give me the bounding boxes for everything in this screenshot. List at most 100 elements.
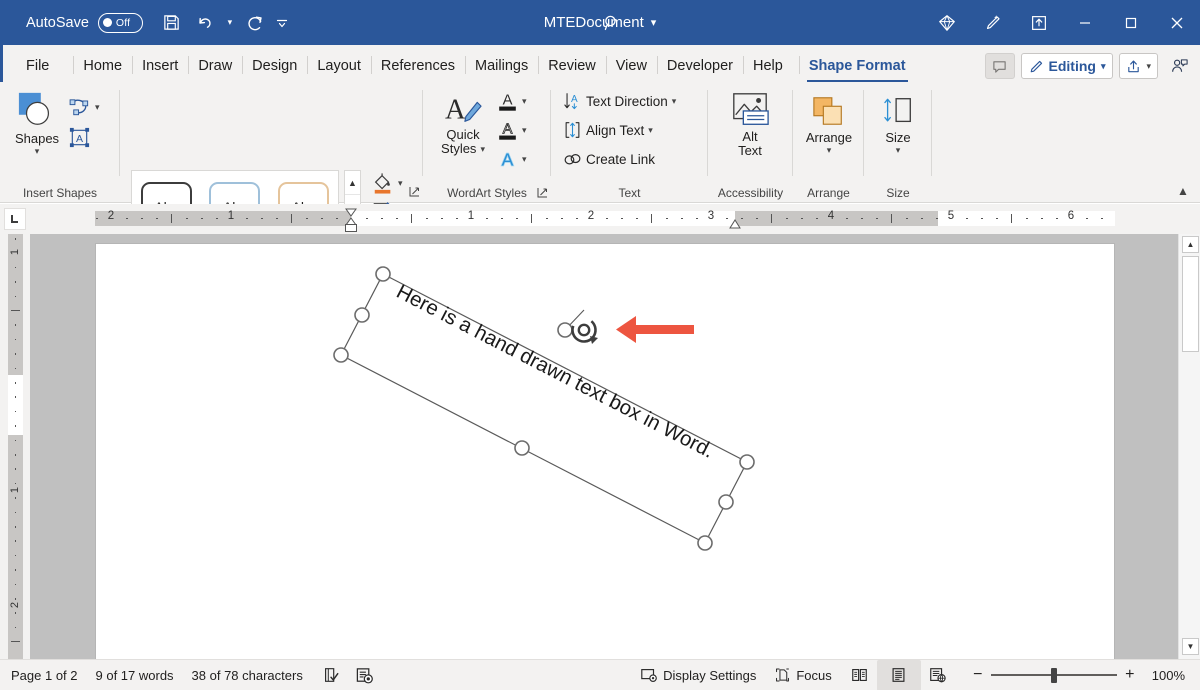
undo-icon[interactable]	[190, 8, 220, 38]
align-text-button[interactable]: Align Text ▾	[561, 119, 655, 141]
word-count[interactable]: 9 of 17 words	[87, 662, 183, 688]
diamond-copilot-icon[interactable]	[924, 0, 970, 45]
collapse-ribbon-icon[interactable]: ▲	[1174, 182, 1192, 200]
create-link-button[interactable]: Create Link	[561, 148, 657, 170]
resize-handle[interactable]	[334, 348, 348, 362]
alt-text-button[interactable]: Alt Text	[720, 90, 780, 158]
text-effects-chevron-down-icon[interactable]: ▾	[522, 154, 527, 165]
web-layout-icon[interactable]	[925, 662, 951, 688]
resize-handle[interactable]	[698, 536, 712, 550]
align-text-chevron-down-icon[interactable]: ▾	[648, 125, 653, 136]
minimize-icon[interactable]	[1062, 0, 1108, 45]
tab-file[interactable]: File	[16, 49, 59, 82]
tab-home[interactable]: Home	[73, 49, 132, 82]
wordart-styles-dialog-launcher[interactable]	[536, 186, 549, 199]
arrange-chevron-down-icon[interactable]: ▾	[827, 145, 832, 156]
zoom-slider[interactable]	[991, 665, 1117, 685]
share-button[interactable]: ▾	[1119, 53, 1158, 79]
resize-handle[interactable]	[515, 441, 529, 455]
text-box-outline[interactable]	[341, 274, 747, 543]
editing-mode-button[interactable]: Editing ▾	[1021, 53, 1114, 79]
edit-shape-chevron-down-icon[interactable]: ▾	[95, 102, 100, 113]
tab-view[interactable]: View	[606, 49, 657, 82]
proofing-errors-icon[interactable]	[318, 662, 344, 688]
document-canvas[interactable]: Here is a hand drawn text box in Word.	[30, 234, 1178, 659]
zoom-out-button[interactable]: −	[965, 662, 991, 688]
shape-styles-dialog-launcher[interactable]	[408, 185, 421, 198]
text-direction-button[interactable]: A Text Direction ▾	[561, 90, 678, 112]
draw-text-box-button[interactable]: A	[66, 126, 93, 148]
autosave-toggle[interactable]: AutoSave Off	[26, 13, 143, 33]
zoom-in-button[interactable]: +	[1117, 662, 1143, 688]
zoom-knob[interactable]	[1051, 668, 1057, 683]
tab-shape-format[interactable]: Shape Format	[799, 49, 916, 82]
person-comment-icon[interactable]	[1164, 53, 1194, 79]
text-fill-button[interactable]: A ▾	[495, 90, 529, 112]
edit-shape-button[interactable]: ▾	[66, 96, 102, 118]
autosave-switch[interactable]: Off	[98, 13, 143, 33]
resize-handle[interactable]	[558, 323, 572, 337]
focus-button[interactable]: Focus	[765, 662, 840, 688]
document-title-chevron-down-icon[interactable]: ▾	[651, 16, 657, 29]
left-indent-marker[interactable]	[345, 224, 357, 232]
text-direction-chevron-down-icon[interactable]: ▾	[672, 96, 677, 107]
tab-developer[interactable]: Developer	[657, 49, 743, 82]
text-effects-button[interactable]: A ▾	[495, 148, 529, 170]
first-line-indent-marker[interactable]	[345, 208, 357, 217]
editing-chevron-down-icon[interactable]: ▾	[1101, 61, 1106, 72]
scroll-down-arrow[interactable]: ▼	[1182, 638, 1199, 655]
customize-quick-access-icon[interactable]	[273, 8, 291, 38]
scroll-thumb[interactable]	[1182, 256, 1199, 352]
size-chevron-down-icon[interactable]: ▾	[896, 145, 901, 156]
shape-fill-button[interactable]: ▾	[370, 172, 405, 194]
tab-stop-left-icon[interactable]	[4, 208, 26, 230]
arrange-button[interactable]: Arrange ▾	[801, 94, 857, 156]
document-title-text[interactable]: MTEDocument	[544, 14, 644, 31]
accessibility-checker-icon[interactable]	[352, 662, 378, 688]
search-icon[interactable]	[597, 8, 627, 38]
maximize-icon[interactable]	[1108, 0, 1154, 45]
pen-designer-icon[interactable]	[970, 0, 1016, 45]
tab-review[interactable]: Review	[538, 49, 606, 82]
text-outline-chevron-down-icon[interactable]: ▾	[522, 125, 527, 136]
tab-layout[interactable]: Layout	[307, 49, 371, 82]
read-mode-icon[interactable]	[847, 662, 873, 688]
tab-insert[interactable]: Insert	[132, 49, 188, 82]
resize-handle[interactable]	[740, 455, 754, 469]
vertical-scrollbar[interactable]: ▲ ▼	[1178, 234, 1200, 659]
zoom-level[interactable]: 100%	[1143, 662, 1194, 688]
save-icon[interactable]	[157, 8, 187, 38]
scroll-up-icon[interactable]: ▲	[345, 171, 360, 194]
shapes-button[interactable]: Shapes ▾	[8, 90, 66, 157]
text-fill-chevron-down-icon[interactable]: ▾	[522, 96, 527, 107]
size-button[interactable]: Size ▾	[870, 94, 926, 156]
undo-dropdown-icon[interactable]: ▾	[223, 8, 237, 38]
tab-references[interactable]: References	[371, 49, 465, 82]
resize-handle[interactable]	[719, 495, 733, 509]
character-count[interactable]: 38 of 78 characters	[183, 662, 312, 688]
close-icon[interactable]	[1154, 0, 1200, 45]
vertical-ruler[interactable]: 1 1 2	[0, 234, 30, 659]
text-box-content[interactable]: Here is a hand drawn text box in Word.	[393, 280, 718, 463]
print-layout-icon[interactable]	[877, 660, 921, 690]
share-chevron-down-icon[interactable]: ▾	[1146, 61, 1151, 72]
tab-mailings[interactable]: Mailings	[465, 49, 538, 82]
comment-icon[interactable]	[985, 53, 1015, 79]
quick-styles-chevron-down-icon[interactable]: ▾	[480, 142, 485, 156]
shapes-chevron-down-icon[interactable]: ▾	[35, 146, 40, 157]
right-indent-marker[interactable]	[729, 219, 741, 229]
wordart-quick-styles-button[interactable]: A Quick Styles ▾	[432, 90, 494, 156]
tab-design[interactable]: Design	[242, 49, 307, 82]
share-box-icon[interactable]	[1016, 0, 1062, 45]
resize-handle[interactable]	[355, 308, 369, 322]
display-settings-button[interactable]: Display Settings	[631, 662, 765, 688]
rotation-handle-icon[interactable]	[568, 314, 600, 346]
redo-icon[interactable]	[240, 8, 270, 38]
tab-draw[interactable]: Draw	[188, 49, 242, 82]
page-info[interactable]: Page 1 of 2	[2, 662, 87, 688]
horizontal-ruler[interactable]: 2 1 1 2 3 4 5 6	[0, 204, 1200, 234]
text-outline-button[interactable]: A ▾	[495, 119, 529, 141]
shape-fill-chevron-down-icon[interactable]: ▾	[398, 178, 403, 189]
resize-handle[interactable]	[376, 267, 390, 281]
tab-help[interactable]: Help	[743, 49, 793, 82]
